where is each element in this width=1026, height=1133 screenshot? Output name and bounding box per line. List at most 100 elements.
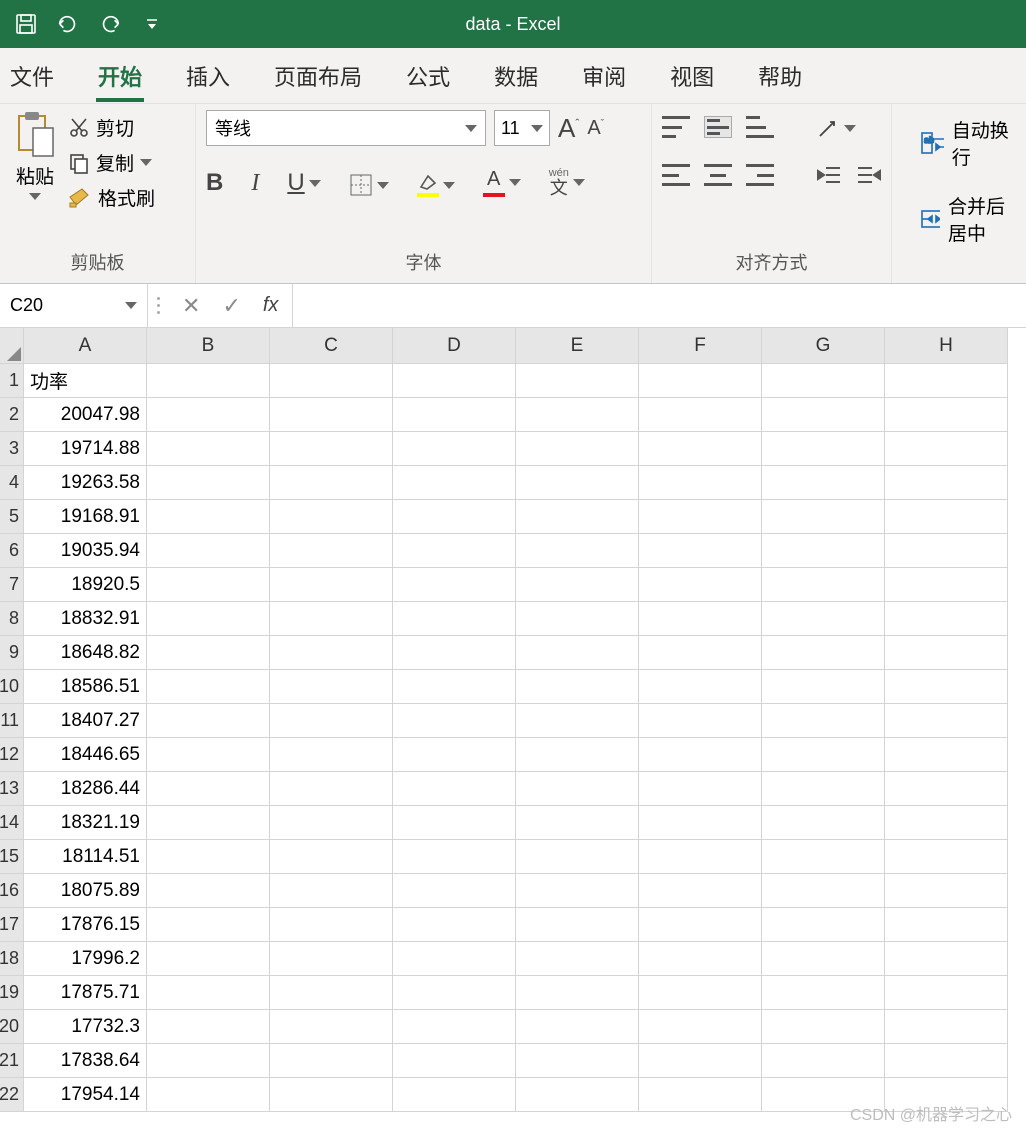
cell[interactable] <box>270 704 393 738</box>
paste-button[interactable]: 粘贴 <box>10 110 60 200</box>
tab-help[interactable]: 帮助 <box>756 50 804 102</box>
decrease-indent-icon[interactable] <box>816 164 842 186</box>
row-header[interactable]: 1 <box>0 364 24 398</box>
cell[interactable] <box>393 636 516 670</box>
cell[interactable] <box>885 670 1008 704</box>
cell[interactable] <box>393 908 516 942</box>
column-header[interactable]: F <box>639 328 762 364</box>
cell[interactable] <box>147 500 270 534</box>
cell[interactable] <box>516 500 639 534</box>
row-header[interactable]: 9 <box>0 636 24 670</box>
merge-center-button[interactable]: 合并后居中 <box>920 192 1016 246</box>
cell[interactable] <box>147 636 270 670</box>
cell[interactable] <box>147 1078 270 1112</box>
column-header[interactable]: B <box>147 328 270 364</box>
cell[interactable] <box>270 364 393 398</box>
cell[interactable] <box>885 704 1008 738</box>
cell[interactable] <box>147 976 270 1010</box>
row-header[interactable]: 22 <box>0 1078 24 1112</box>
cell[interactable] <box>147 602 270 636</box>
paste-dropdown-icon[interactable] <box>29 193 41 200</box>
row-header[interactable]: 16 <box>0 874 24 908</box>
cell[interactable] <box>639 908 762 942</box>
cell[interactable] <box>762 432 885 466</box>
cell[interactable] <box>639 568 762 602</box>
row-header[interactable]: 2 <box>0 398 24 432</box>
row-header[interactable]: 7 <box>0 568 24 602</box>
cell[interactable] <box>147 908 270 942</box>
fill-color-button[interactable] <box>417 173 455 197</box>
cell[interactable] <box>516 1044 639 1078</box>
cell[interactable] <box>270 432 393 466</box>
cell[interactable] <box>639 466 762 500</box>
format-painter-button[interactable]: 格式刷 <box>68 184 155 211</box>
cell[interactable] <box>639 772 762 806</box>
cell[interactable]: 18832.91 <box>24 602 147 636</box>
cell[interactable] <box>147 942 270 976</box>
cell[interactable] <box>270 806 393 840</box>
cell[interactable]: 18114.51 <box>24 840 147 874</box>
cell[interactable] <box>885 1010 1008 1044</box>
cell[interactable] <box>762 364 885 398</box>
row-header[interactable]: 11 <box>0 704 24 738</box>
cell[interactable] <box>393 568 516 602</box>
cell[interactable] <box>270 840 393 874</box>
align-middle-icon[interactable] <box>704 116 732 138</box>
cell[interactable] <box>762 942 885 976</box>
cell[interactable] <box>516 806 639 840</box>
font-color-button[interactable]: A <box>483 168 521 197</box>
italic-button[interactable]: I <box>251 170 259 197</box>
tab-insert[interactable]: 插入 <box>184 50 232 102</box>
cell[interactable] <box>393 840 516 874</box>
border-button[interactable] <box>349 173 389 197</box>
cell[interactable] <box>762 806 885 840</box>
cell[interactable] <box>393 466 516 500</box>
cell[interactable] <box>270 976 393 1010</box>
row-header[interactable]: 19 <box>0 976 24 1010</box>
cell[interactable] <box>270 772 393 806</box>
cell[interactable]: 18586.51 <box>24 670 147 704</box>
column-header[interactable]: D <box>393 328 516 364</box>
cell[interactable] <box>270 908 393 942</box>
cell[interactable] <box>270 636 393 670</box>
cell[interactable]: 18648.82 <box>24 636 147 670</box>
cell[interactable] <box>393 534 516 568</box>
cell[interactable]: 20047.98 <box>24 398 147 432</box>
row-header[interactable]: 6 <box>0 534 24 568</box>
cell[interactable] <box>147 534 270 568</box>
cell[interactable] <box>516 738 639 772</box>
redo-icon[interactable] <box>98 12 122 36</box>
cell[interactable] <box>147 874 270 908</box>
font-name-select[interactable]: 等线 <box>206 110 486 146</box>
row-header[interactable]: 10 <box>0 670 24 704</box>
orientation-button[interactable] <box>816 116 856 140</box>
cell[interactable] <box>270 670 393 704</box>
cell[interactable] <box>147 772 270 806</box>
cell[interactable] <box>885 976 1008 1010</box>
cell[interactable] <box>147 704 270 738</box>
spreadsheet-grid[interactable]: A B C D E F G H <box>0 328 1026 364</box>
cell[interactable] <box>147 466 270 500</box>
cell[interactable] <box>270 942 393 976</box>
row-header[interactable]: 18 <box>0 942 24 976</box>
namebox-resize-handle[interactable] <box>148 297 168 314</box>
save-icon[interactable] <box>14 12 38 36</box>
cell[interactable] <box>639 1044 762 1078</box>
cell[interactable] <box>762 568 885 602</box>
tab-view[interactable]: 视图 <box>668 50 716 102</box>
cell[interactable] <box>516 364 639 398</box>
row-header[interactable]: 5 <box>0 500 24 534</box>
cell[interactable] <box>393 874 516 908</box>
cell[interactable] <box>270 398 393 432</box>
cell[interactable] <box>762 534 885 568</box>
cell[interactable] <box>885 466 1008 500</box>
cell[interactable] <box>147 398 270 432</box>
cell[interactable]: 18321.19 <box>24 806 147 840</box>
cell[interactable] <box>270 500 393 534</box>
cell[interactable] <box>147 1044 270 1078</box>
cell[interactable] <box>885 738 1008 772</box>
cell[interactable] <box>885 942 1008 976</box>
cell[interactable] <box>270 534 393 568</box>
cell[interactable] <box>147 1010 270 1044</box>
cell[interactable] <box>516 602 639 636</box>
